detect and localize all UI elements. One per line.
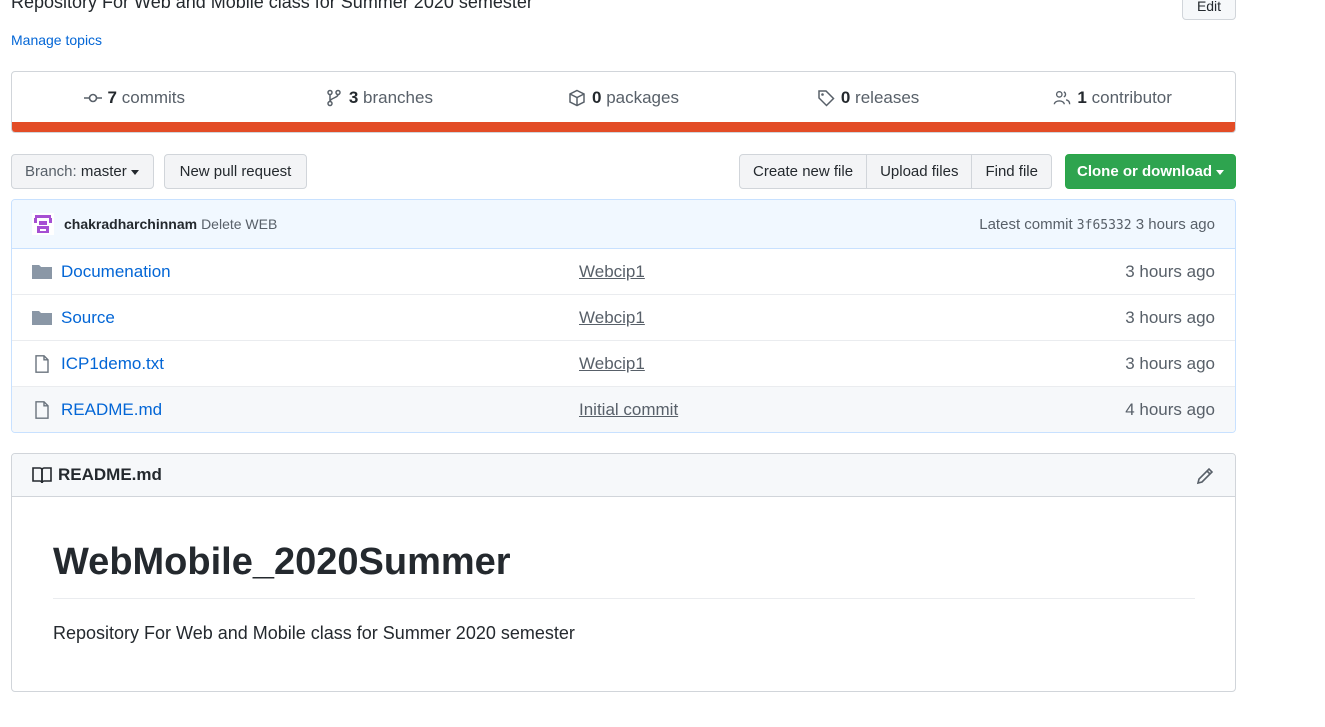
packages-label: packages xyxy=(606,88,679,107)
file-age: 3 hours ago xyxy=(1125,353,1215,373)
file-age: 3 hours ago xyxy=(1125,261,1215,281)
file-icon xyxy=(35,355,49,373)
book-icon xyxy=(32,467,52,484)
upload-files-button[interactable]: Upload files xyxy=(866,154,973,189)
repo-summary: 7 commits 3 branches 0 packages 0 releas… xyxy=(11,71,1236,133)
commit-message[interactable]: Delete WEB xyxy=(201,216,277,232)
packages-count: 0 xyxy=(591,88,602,107)
contributors-count: 1 xyxy=(1077,88,1087,107)
readme-body: WebMobile_2020Summer Repository For Web … xyxy=(12,497,1235,644)
branches-link[interactable]: 3 branches xyxy=(257,88,502,108)
file-commit-message[interactable]: Webcip1 xyxy=(579,354,645,374)
create-new-file-button[interactable]: Create new file xyxy=(739,154,868,189)
branch-prefix: Branch: xyxy=(25,163,77,180)
caret-down-icon xyxy=(1216,169,1224,175)
file-navigation: Branch: master New pull request Create n… xyxy=(11,154,1236,189)
people-icon xyxy=(1054,91,1071,105)
clone-label: Clone or download xyxy=(1077,163,1212,180)
file-row: ICP1demo.txt Webcip1 3 hours ago xyxy=(12,341,1235,387)
repo-description: Repository For Web and Mobile class for … xyxy=(11,0,533,12)
file-commit-message[interactable]: Initial commit xyxy=(579,400,678,420)
file-name[interactable]: README.md xyxy=(61,400,162,420)
releases-link[interactable]: 0 releases xyxy=(746,88,991,108)
branches-count: 3 xyxy=(348,88,359,107)
file-name[interactable]: Source xyxy=(61,308,115,328)
file-name[interactable]: ICP1demo.txt xyxy=(61,354,164,374)
commits-link[interactable]: 7 commits xyxy=(12,88,257,108)
manage-topics-link[interactable]: Manage topics xyxy=(11,32,102,48)
latest-commit-bar: chakradharchinnam Delete WEB Latest comm… xyxy=(12,200,1235,249)
readme-heading: WebMobile_2020Summer xyxy=(53,541,1195,599)
edit-description-button[interactable]: Edit xyxy=(1182,0,1236,20)
folder-icon xyxy=(32,265,52,279)
commit-sha[interactable]: 3f65332 xyxy=(1077,218,1132,233)
avatar[interactable] xyxy=(32,213,54,235)
commits-count: 7 xyxy=(107,88,118,107)
readme-filename: README.md xyxy=(58,465,162,484)
readme-header: README.md xyxy=(12,454,1235,497)
find-file-button[interactable]: Find file xyxy=(971,154,1052,189)
branch-name: master xyxy=(80,163,127,180)
contributors-link[interactable]: 1 contributor xyxy=(990,88,1235,108)
file-age: 3 hours ago xyxy=(1125,307,1215,327)
commit-meta: Latest commit 3f65332 3 hours ago xyxy=(979,216,1215,233)
language-bar[interactable] xyxy=(12,122,1235,132)
file-icon xyxy=(35,401,49,419)
package-icon xyxy=(569,89,585,107)
contributors-label: contributor xyxy=(1091,88,1172,107)
pencil-icon[interactable] xyxy=(1195,466,1215,486)
readme-paragraph: Repository For Web and Mobile class for … xyxy=(53,623,575,643)
commit-author[interactable]: chakradharchinnam xyxy=(64,216,197,232)
branch-select-button[interactable]: Branch: master xyxy=(11,154,154,189)
file-commit-message[interactable]: Webcip1 xyxy=(579,308,645,328)
commits-label: commits xyxy=(121,88,186,107)
branches-label: branches xyxy=(363,88,433,107)
caret-down-icon xyxy=(130,169,139,175)
clone-or-download-button[interactable]: Clone or download xyxy=(1065,154,1236,189)
file-name[interactable]: Documenation xyxy=(61,262,171,282)
file-list: chakradharchinnam Delete WEB Latest comm… xyxy=(11,199,1236,433)
latest-commit-prefix: Latest commit xyxy=(979,215,1073,233)
folder-icon xyxy=(32,311,52,325)
releases-count: 0 xyxy=(840,88,851,107)
commit-age: 3 hours ago xyxy=(1135,215,1215,233)
file-commit-message[interactable]: Webcip1 xyxy=(579,262,645,282)
file-row: Source Webcip1 3 hours ago xyxy=(12,295,1235,341)
readme-panel: README.md WebMobile_2020Summer Repositor… xyxy=(11,453,1236,692)
releases-label: releases xyxy=(855,88,920,107)
branch-icon xyxy=(327,89,341,107)
new-pull-request-button[interactable]: New pull request xyxy=(164,154,307,189)
tag-icon xyxy=(818,90,835,107)
file-row: README.md Initial commit 4 hours ago xyxy=(12,387,1235,432)
file-actions-group: Create new file Upload files Find file xyxy=(739,154,1052,189)
file-age: 4 hours ago xyxy=(1125,400,1215,419)
commit-icon xyxy=(83,93,102,103)
packages-link[interactable]: 0 packages xyxy=(501,88,746,108)
file-row: Documenation Webcip1 3 hours ago xyxy=(12,249,1235,295)
